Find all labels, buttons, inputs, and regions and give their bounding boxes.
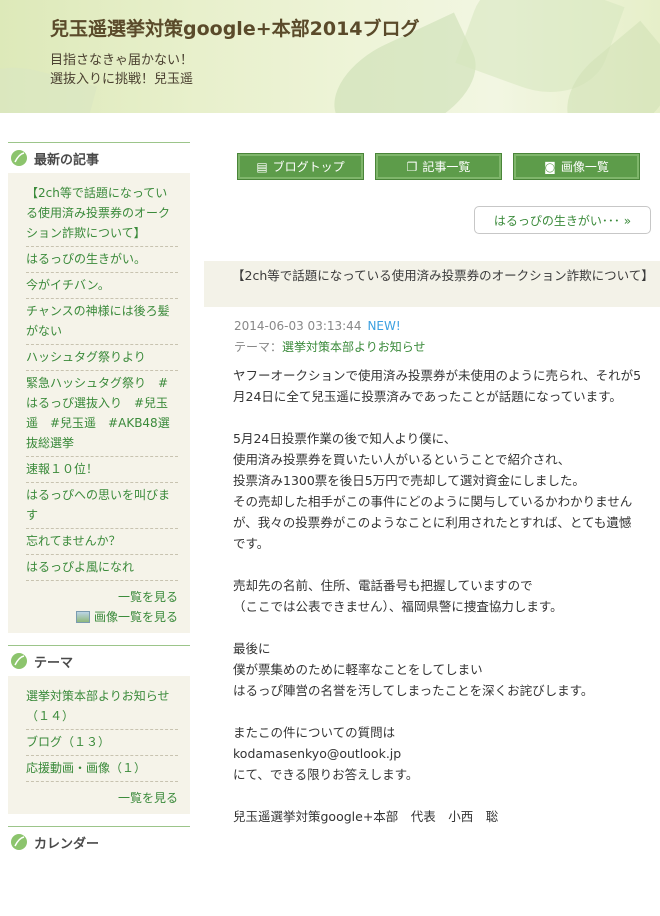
blog-tagline: 選抜入りに挑戦！兒玉遥 xyxy=(50,72,194,87)
recent-article-link[interactable]: 今がイチバン。 xyxy=(26,273,178,299)
leaf-icon xyxy=(11,653,27,669)
body-line: ヤフーオークションで使用済み投票券が未使用のように売られ、それが5月24日に全て… xyxy=(233,368,642,404)
body-line: はるっぴ陣営の名誉を汚してしまったことを深くお詫びします。 xyxy=(233,683,594,698)
recent-article-link[interactable]: チャンスの神様には後ろ髪がない xyxy=(26,299,178,345)
button-label: 画像一覧 xyxy=(560,160,609,174)
leaf-icon xyxy=(11,150,27,166)
theme-heading: テーマ xyxy=(8,645,190,676)
view-image-list-link[interactable]: 画像一覧を見る xyxy=(26,607,178,627)
theme-list: 選挙対策本部よりお知らせ（１４） ブログ（１３） 応援動画・画像（１） 一覧を見… xyxy=(8,676,190,814)
image-list-label: 画像一覧を見る xyxy=(93,610,178,624)
recent-articles-list: 【2ch等で話題になっている使用済み投票券のオークション詐欺について】 はるっぴ… xyxy=(8,173,190,633)
theme-link[interactable]: 選挙対策本部よりお知らせ xyxy=(282,340,426,354)
article-body: ヤフーオークションで使用済み投票券が未使用のように売られ、それが5月24日に全て… xyxy=(233,365,643,827)
document-icon: ▤ xyxy=(256,159,268,174)
article-date: 2014-06-03 03:13:44 NEW! xyxy=(234,319,401,333)
recent-article-link[interactable]: 【2ch等で話題になっている使用済み投票券のオークション詐欺について】 xyxy=(26,181,178,247)
image-icon xyxy=(75,611,90,623)
heading-label: テーマ xyxy=(34,655,74,671)
blog-tagline: 目指さなきゃ届かない！ xyxy=(50,53,194,68)
blog-title[interactable]: 兒玉遥選挙対策google+本部2014ブログ xyxy=(50,14,420,41)
next-article-button[interactable]: はるっぴの生きがい･･･ » xyxy=(474,206,651,234)
heading-label: 最新の記事 xyxy=(34,152,100,168)
camera-icon: ◙ xyxy=(544,159,556,174)
signature-line: 兒玉遥選挙対策google+本部 代表 小西 聡 xyxy=(233,809,499,824)
theme-link[interactable]: 応援動画・画像（１） xyxy=(26,756,178,782)
theme-link[interactable]: 選挙対策本部よりお知らせ（１４） xyxy=(26,684,178,730)
article-list-button[interactable]: ❐ 記事一覧 xyxy=(375,153,502,180)
theme-link[interactable]: ブログ（１３） xyxy=(26,730,178,756)
recent-article-link[interactable]: はるっぴの生きがい。 xyxy=(26,247,178,273)
button-label: ブログトップ xyxy=(272,160,345,174)
body-line: 5月24日投票作業の後で知人より僕に、 xyxy=(233,431,457,446)
recent-article-link[interactable]: 忘れてませんか？ xyxy=(26,529,178,555)
body-line: その売却した相手がこの事件にどのように関与しているかわかりませんが、我々の投票券… xyxy=(233,494,633,551)
button-label: 記事一覧 xyxy=(422,160,471,174)
recent-article-link[interactable]: 緊急ハッシュタグ祭り #はるっぴ選抜入り #兒玉遥 #兒玉遥 #AKB48選抜総… xyxy=(26,371,178,457)
article-theme: テーマ：選挙対策本部よりお知らせ xyxy=(234,338,426,355)
theme-label: テーマ： xyxy=(234,340,283,354)
view-all-articles-link[interactable]: 一覧を見る xyxy=(26,587,178,607)
recent-article-link[interactable]: ハッシュタグ祭りより xyxy=(26,345,178,371)
article-title: 【2ch等で話題になっている使用済み投票券のオークション詐欺について】 xyxy=(204,261,660,307)
recent-articles-heading: 最新の記事 xyxy=(8,142,190,173)
heading-label: カレンダー xyxy=(34,836,100,852)
body-line: 投票済み1300票を後日5万円で売却して選対資金にしました。 xyxy=(233,473,585,488)
image-list-button[interactable]: ◙ 画像一覧 xyxy=(513,153,640,180)
body-line: 売却先の名前、住所、電話番号も把握していますので xyxy=(233,578,533,593)
body-line: 最後に xyxy=(233,641,271,656)
sidebar: 最新の記事 【2ch等で話題になっている使用済み投票券のオークション詐欺について… xyxy=(8,142,190,857)
recent-article-link[interactable]: はるっぴへの思いを叫びます xyxy=(26,483,178,529)
body-line: 僕が票集めのために軽率なことをしてしまい xyxy=(233,662,483,677)
blog-header: 兒玉遥選挙対策google+本部2014ブログ 目指さなきゃ届かない！ 選抜入り… xyxy=(0,0,660,113)
body-line: にて、できる限りお答えします。 xyxy=(233,767,419,782)
body-line: またこの件についての質問は xyxy=(233,725,396,740)
calendar-heading: カレンダー xyxy=(8,826,190,857)
leaf-icon xyxy=(11,834,27,850)
documents-icon: ❐ xyxy=(406,159,418,174)
view-all-themes-link[interactable]: 一覧を見る xyxy=(26,788,178,808)
body-line: 使用済み投票券を買いたい人がいるということで紹介され、 xyxy=(233,452,571,467)
blog-top-button[interactable]: ▤ ブログトップ xyxy=(237,153,364,180)
recent-article-link[interactable]: はるっぴよ風になれ xyxy=(26,555,178,581)
email-link[interactable]: kodamasenkyo@outlook.jp xyxy=(233,743,643,764)
recent-article-link[interactable]: 速報１０位！ xyxy=(26,457,178,483)
new-badge: NEW! xyxy=(367,319,401,333)
date-text: 2014-06-03 03:13:44 xyxy=(234,319,362,333)
body-line: （ここでは公表できません）、福岡県警に捜査協力します。 xyxy=(233,599,563,614)
